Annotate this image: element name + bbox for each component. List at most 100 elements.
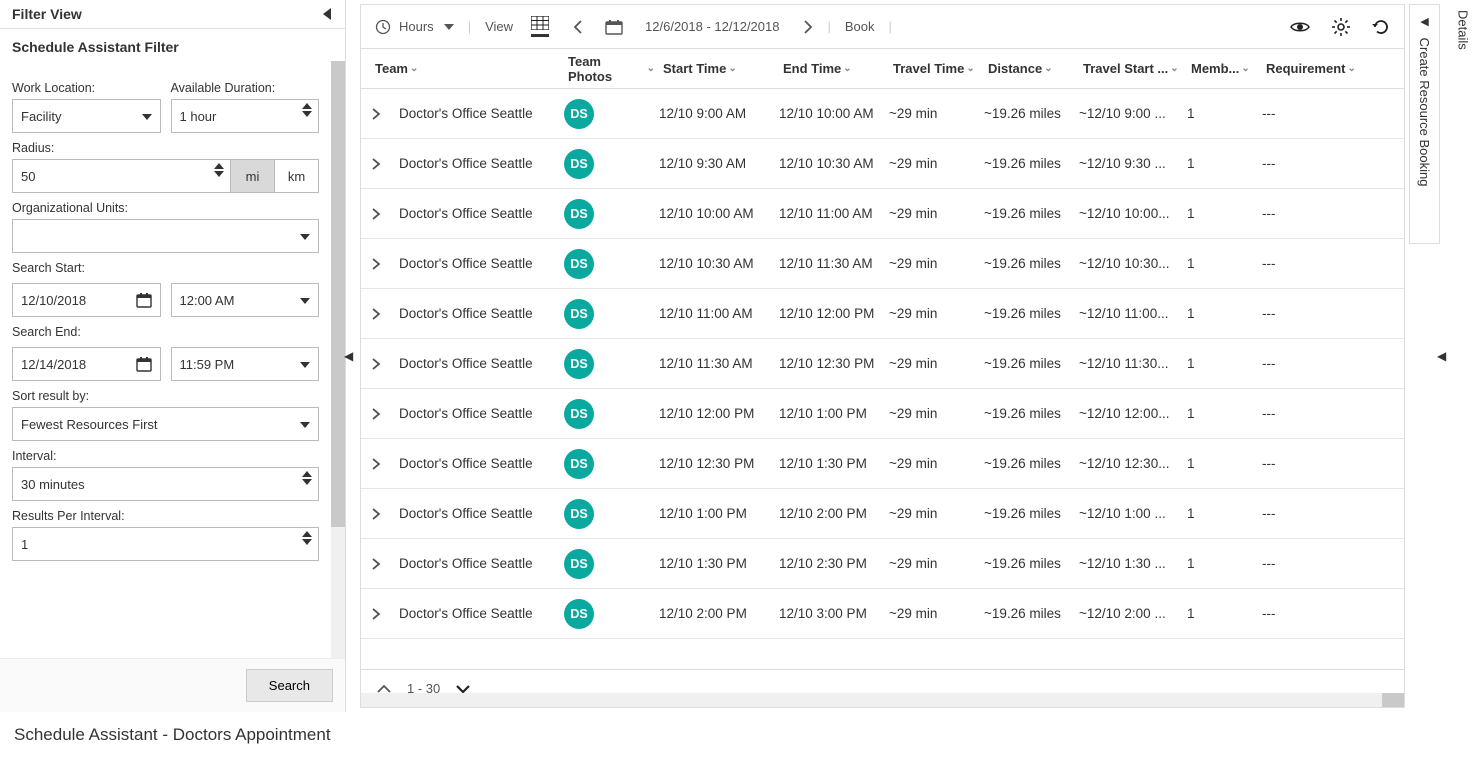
avatar: DS	[564, 199, 594, 229]
work-location-value: Facility	[21, 109, 61, 124]
radius-value: 50	[21, 169, 35, 184]
search-start-date[interactable]: 12/10/2018	[12, 283, 161, 317]
details-label: Details	[1450, 0, 1477, 712]
expand-row-icon[interactable]	[371, 307, 399, 321]
col-requirement[interactable]: Requirement⌄	[1262, 61, 1362, 76]
table-row[interactable]: Doctor's Office Seattle DS 12/10 12:00 P…	[361, 389, 1404, 439]
table-row[interactable]: Doctor's Office Seattle DS 12/10 11:00 A…	[361, 289, 1404, 339]
cell-end: 12/10 2:00 PM	[779, 506, 889, 521]
cell-travel-start: ~12/10 12:30...	[1079, 456, 1187, 471]
eye-icon[interactable]	[1290, 20, 1310, 34]
details-panel-collapsed[interactable]: Details	[1449, 0, 1477, 712]
col-members[interactable]: Memb...⌄	[1187, 61, 1262, 76]
sort-by-value: Fewest Resources First	[21, 417, 158, 432]
grid-view-button[interactable]	[531, 16, 549, 37]
cell-travel: ~29 min	[889, 456, 984, 471]
col-travel-start[interactable]: Travel Start ...⌄	[1079, 61, 1187, 76]
board-toolbar: Hours | View 12/6/2018 - 12/12/2018	[361, 5, 1404, 49]
pager-up-icon[interactable]	[377, 684, 391, 694]
expand-row-icon[interactable]	[371, 207, 399, 221]
separator: |	[827, 19, 830, 34]
search-button[interactable]: Search	[246, 669, 333, 702]
table-row[interactable]: Doctor's Office Seattle DS 12/10 10:00 A…	[361, 189, 1404, 239]
results-per-interval-input[interactable]: 1	[12, 527, 319, 561]
create-booking-panel-collapsed[interactable]: ◀ Create Resource Booking	[1409, 0, 1439, 712]
radius-input[interactable]: 50	[12, 159, 231, 193]
cell-end: 12/10 11:00 AM	[779, 206, 889, 221]
table-row[interactable]: Doctor's Office Seattle DS 12/10 10:30 A…	[361, 239, 1404, 289]
radius-label: Radius:	[12, 141, 319, 155]
cell-photo: DS	[564, 349, 659, 379]
interval-input[interactable]: 30 minutes	[12, 467, 319, 501]
col-distance[interactable]: Distance⌄	[984, 61, 1079, 76]
cell-members: 1	[1187, 556, 1262, 571]
board-h-scrollbar-thumb[interactable]	[1382, 693, 1404, 707]
radius-unit-km[interactable]: km	[275, 159, 319, 193]
expand-row-icon[interactable]	[371, 357, 399, 371]
table-row[interactable]: Doctor's Office Seattle DS 12/10 1:00 PM…	[361, 489, 1404, 539]
next-button[interactable]	[803, 20, 813, 34]
col-team[interactable]: Team⌄	[371, 61, 564, 76]
avatar: DS	[564, 449, 594, 479]
panel-splitter-right[interactable]: ◀	[1439, 0, 1449, 712]
available-duration-input[interactable]: 1 hour	[171, 99, 320, 133]
available-duration-value: 1 hour	[180, 109, 217, 124]
calendar-button[interactable]	[605, 19, 623, 35]
radius-unit-mi[interactable]: mi	[231, 159, 275, 193]
calendar-icon[interactable]	[136, 356, 152, 372]
cell-end: 12/10 1:30 PM	[779, 456, 889, 471]
cell-end: 12/10 11:30 AM	[779, 256, 889, 271]
expand-row-icon[interactable]	[371, 457, 399, 471]
cell-end: 12/10 12:00 PM	[779, 306, 889, 321]
expand-row-icon[interactable]	[371, 507, 399, 521]
table-row[interactable]: Doctor's Office Seattle DS 12/10 9:00 AM…	[361, 89, 1404, 139]
expand-row-icon[interactable]	[371, 557, 399, 571]
search-end-time[interactable]: 11:59 PM	[171, 347, 320, 381]
calendar-icon[interactable]	[136, 292, 152, 308]
search-start-time-value: 12:00 AM	[180, 293, 235, 308]
table-row[interactable]: Doctor's Office Seattle DS 12/10 9:30 AM…	[361, 139, 1404, 189]
avatar: DS	[564, 549, 594, 579]
table-row[interactable]: Doctor's Office Seattle DS 12/10 1:30 PM…	[361, 539, 1404, 589]
board-h-scrollbar[interactable]	[361, 693, 1404, 707]
table-row[interactable]: Doctor's Office Seattle DS 12/10 11:30 A…	[361, 339, 1404, 389]
hours-dropdown[interactable]: Hours	[399, 19, 454, 34]
gear-icon[interactable]	[1332, 18, 1350, 36]
cell-team: Doctor's Office Seattle	[399, 606, 564, 621]
cell-photo: DS	[564, 499, 659, 529]
col-travel[interactable]: Travel Time⌄	[889, 61, 984, 76]
pager-down-icon[interactable]	[456, 684, 470, 694]
book-button[interactable]: Book	[845, 19, 875, 34]
expand-row-icon[interactable]	[371, 407, 399, 421]
sort-by-select[interactable]: Fewest Resources First	[12, 407, 319, 441]
cell-end: 12/10 12:30 PM	[779, 356, 889, 371]
expand-row-icon[interactable]	[371, 107, 399, 121]
cell-photo: DS	[564, 449, 659, 479]
cell-travel-start: ~12/10 9:30 ...	[1079, 156, 1187, 171]
col-photos[interactable]: Team Photos⌄	[564, 54, 659, 84]
chevron-left-icon: ◀	[344, 349, 353, 363]
expand-row-icon[interactable]	[371, 257, 399, 271]
cell-photo: DS	[564, 599, 659, 629]
cell-distance: ~19.26 miles	[984, 356, 1079, 371]
org-units-select[interactable]	[12, 219, 319, 253]
table-row[interactable]: Doctor's Office Seattle DS 12/10 12:30 P…	[361, 439, 1404, 489]
avatar: DS	[564, 299, 594, 329]
collapse-left-icon[interactable]	[323, 8, 333, 20]
search-start-time[interactable]: 12:00 AM	[171, 283, 320, 317]
prev-button[interactable]	[573, 20, 583, 34]
panel-splitter-left[interactable]: ◀	[346, 0, 356, 712]
expand-row-icon[interactable]	[371, 157, 399, 171]
filter-scrollbar-thumb[interactable]	[331, 61, 345, 527]
cell-photo: DS	[564, 249, 659, 279]
work-location-select[interactable]: Facility	[12, 99, 161, 133]
cell-start: 12/10 12:30 PM	[659, 456, 779, 471]
col-start[interactable]: Start Time⌄	[659, 61, 779, 76]
col-end[interactable]: End Time⌄	[779, 61, 889, 76]
table-row[interactable]: Doctor's Office Seattle DS 12/10 2:00 PM…	[361, 589, 1404, 639]
search-end-date[interactable]: 12/14/2018	[12, 347, 161, 381]
expand-row-icon[interactable]	[371, 607, 399, 621]
filter-scrollbar[interactable]	[331, 61, 345, 658]
refresh-icon[interactable]	[1372, 18, 1390, 36]
cell-end: 12/10 2:30 PM	[779, 556, 889, 571]
